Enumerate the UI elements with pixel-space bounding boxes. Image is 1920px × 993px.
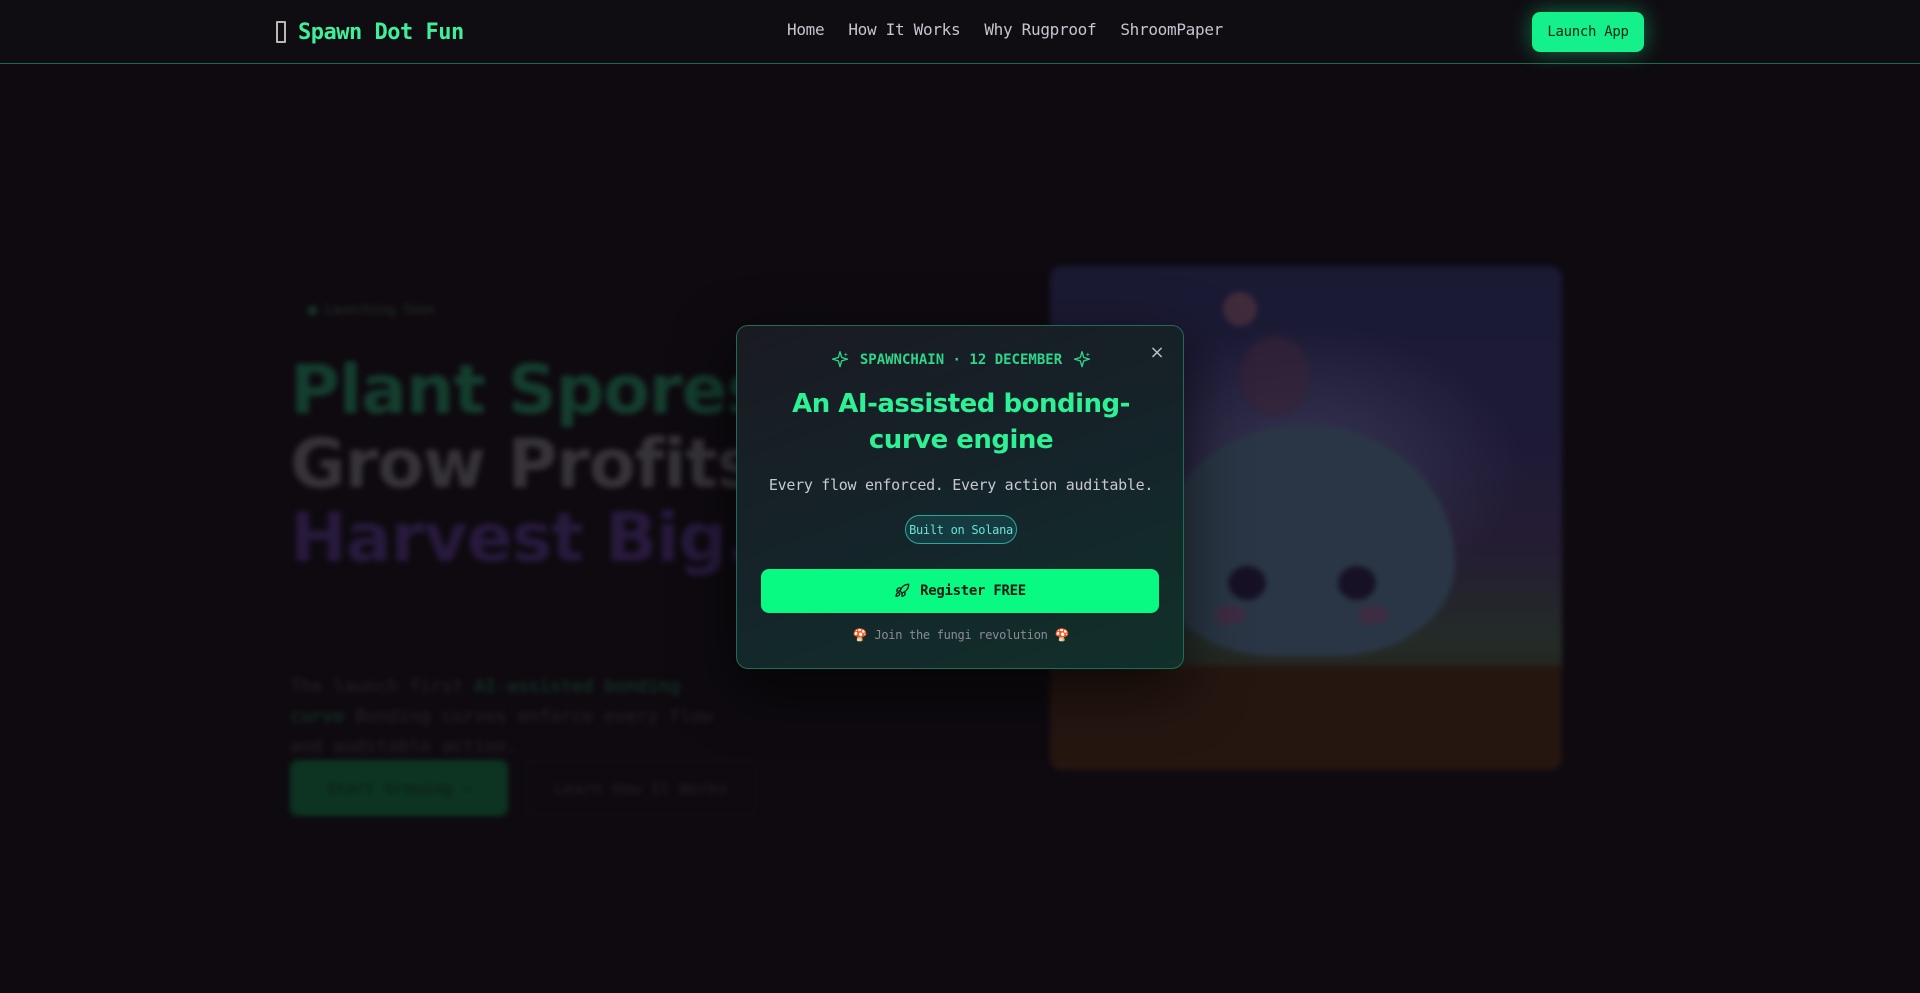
sparkle-icon [1073, 351, 1091, 368]
sparkle-icon [831, 351, 849, 368]
announcement-modal: SPAWNCHAIN · 12 DECEMBER × An AI-assiste… [736, 325, 1184, 669]
nav-link-shroompaper[interactable]: ShroomPaper [1120, 20, 1223, 39]
nav-link-home[interactable]: Home [787, 20, 825, 39]
modal-title: An AI-assisted bonding-curve engine [792, 389, 1130, 455]
nav-link-how-it-works[interactable]: How It Works [848, 20, 960, 39]
register-free-label: Register FREE [920, 583, 1026, 599]
brand-logo[interactable]: Spawn Dot Fun [276, 17, 464, 47]
mushroom-icon [276, 21, 286, 43]
navbar: Spawn Dot Fun Home How It Works Why Rugp… [0, 0, 1920, 64]
close-icon[interactable]: × [1147, 343, 1167, 363]
main-nav: Home How It Works Why Rugproof ShroomPap… [787, 20, 1223, 39]
modal-eyebrow-text: SPAWNCHAIN · 12 DECEMBER [859, 352, 1063, 368]
modal-footer-text: 🍄 Join the fungi revolution 🍄 [852, 628, 1070, 642]
register-free-button[interactable]: Register FREE [761, 569, 1159, 613]
modal-eyebrow: SPAWNCHAIN · 12 DECEMBER [737, 350, 1185, 370]
modal-subtitle: Every flow enforced. Every action audita… [768, 476, 1154, 494]
nav-link-why-rugproof[interactable]: Why Rugproof [984, 20, 1096, 39]
brand-name: Spawn Dot Fun [298, 19, 464, 45]
rocket-icon [895, 583, 910, 597]
built-on-solana-badge: Built on Solana [905, 515, 1017, 544]
launch-app-button[interactable]: Launch App [1532, 12, 1644, 52]
